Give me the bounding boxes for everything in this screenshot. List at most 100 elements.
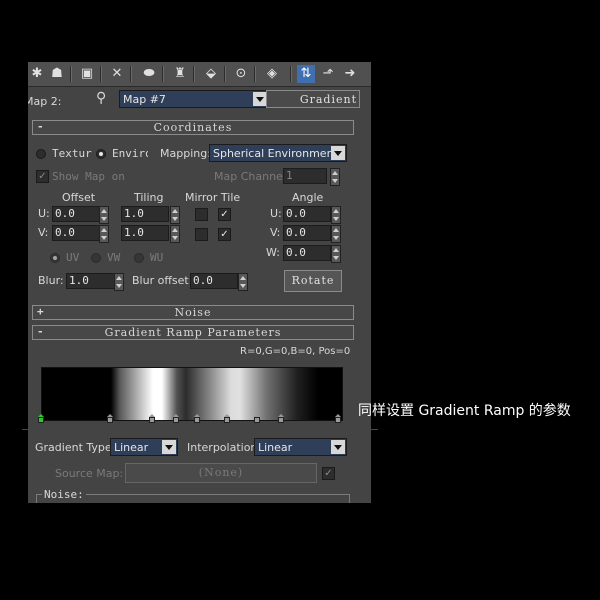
wu-radio[interactable] bbox=[134, 253, 144, 263]
gradient-flag[interactable] bbox=[278, 414, 285, 423]
put-material-icon[interactable]: ▣ bbox=[78, 65, 96, 83]
gradient-ramp-rollout-header[interactable]: - Gradient Ramp Parameters bbox=[32, 325, 354, 340]
u-offset-spinner[interactable] bbox=[99, 206, 109, 224]
chevron-down-icon[interactable] bbox=[253, 92, 267, 106]
u-tiling-field[interactable]: 1.0 bbox=[121, 206, 169, 222]
map-type-label: Gradient Ramp bbox=[299, 93, 357, 106]
flag-body bbox=[38, 417, 44, 423]
show-map-on-checkbox[interactable]: ✓ bbox=[36, 170, 49, 183]
blur-offset-label: Blur offset: bbox=[132, 274, 193, 287]
v-offset-field[interactable]: 0.0 bbox=[52, 225, 100, 241]
u-tiling-spinner[interactable] bbox=[170, 206, 180, 224]
u-angle-field[interactable]: 0.0 bbox=[283, 206, 331, 222]
show-map-in-viewport-icon[interactable]: ⊙ bbox=[232, 65, 250, 83]
uv-radio[interactable] bbox=[50, 253, 60, 263]
gradient-type-dropdown[interactable]: Linear bbox=[110, 438, 178, 456]
annotation-underline bbox=[22, 429, 378, 430]
go-to-parent-icon[interactable]: ⇅ bbox=[297, 65, 315, 83]
eyedropper-icon[interactable]: ⚲ bbox=[96, 90, 106, 106]
w-angle-spinner[interactable] bbox=[331, 245, 341, 263]
rotate-button[interactable]: Rotate bbox=[284, 270, 342, 292]
gradient-flag[interactable] bbox=[335, 414, 342, 423]
map-channel-field[interactable]: 1 bbox=[283, 168, 327, 184]
toolbar-divider bbox=[100, 66, 102, 82]
v-angle-spinner[interactable] bbox=[331, 225, 341, 243]
blur-spinner[interactable] bbox=[114, 273, 124, 291]
gradient-flag[interactable] bbox=[173, 414, 180, 423]
v-tiling-field[interactable]: 1.0 bbox=[121, 225, 169, 241]
v-tiling-spinner[interactable] bbox=[170, 225, 180, 243]
gradient-flag[interactable] bbox=[38, 414, 45, 423]
material-effects-channel-icon[interactable]: ⬙ bbox=[202, 65, 220, 83]
blur-label: Blur: bbox=[38, 274, 64, 287]
chevron-down-icon[interactable] bbox=[331, 440, 345, 454]
blur-offset-spinner[interactable] bbox=[238, 273, 248, 291]
environ-radio[interactable] bbox=[96, 149, 106, 159]
gradient-flag[interactable] bbox=[149, 414, 156, 423]
coordinates-rollout-header[interactable]: - Coordinates bbox=[32, 120, 354, 135]
get-material-icon[interactable]: ☗ bbox=[48, 65, 66, 83]
source-map-button[interactable]: (None) bbox=[125, 463, 317, 483]
go-forward-icon[interactable]: ⬏ bbox=[319, 65, 337, 83]
v-angle-field[interactable]: 0.0 bbox=[283, 225, 331, 241]
v-offset-spinner[interactable] bbox=[99, 225, 109, 243]
u-angle-label: U: bbox=[270, 207, 282, 220]
flag-body bbox=[107, 417, 113, 423]
noise-title: Noise bbox=[174, 306, 212, 319]
gradient-readout: R=0,G=0,B=0, Pos=0 bbox=[240, 346, 351, 357]
delete-icon[interactable]: ✕ bbox=[108, 65, 126, 83]
chevron-down-icon[interactable] bbox=[162, 440, 176, 454]
put-to-library-icon[interactable]: ♜ bbox=[171, 65, 189, 83]
gradient-flag[interactable] bbox=[224, 414, 231, 423]
show-map-on-label: Show Map on bbox=[52, 170, 125, 183]
mapping-label: Mapping: bbox=[160, 147, 211, 160]
sample-sphere-icon[interactable]: ✱ bbox=[28, 65, 46, 83]
u-tile-checkbox[interactable]: ✓ bbox=[218, 208, 231, 221]
flag-body bbox=[194, 417, 200, 423]
vw-radio[interactable] bbox=[91, 253, 101, 263]
source-map-label: Source Map: bbox=[55, 467, 124, 480]
interpolation-value: Linear bbox=[258, 441, 293, 454]
map-type-button[interactable]: Gradient Ramp bbox=[266, 90, 360, 108]
noise-rollout-header[interactable]: + Noise bbox=[32, 305, 354, 320]
toolbar-divider bbox=[162, 66, 164, 82]
w-angle-label: W: bbox=[266, 246, 280, 259]
flag-body bbox=[254, 417, 260, 423]
show-end-result-icon[interactable]: ◈ bbox=[263, 65, 281, 83]
u-angle-spinner[interactable] bbox=[331, 206, 341, 224]
gradient-flag[interactable] bbox=[194, 414, 201, 423]
vw-label: VW bbox=[107, 251, 121, 264]
uv-label: UV bbox=[66, 251, 80, 264]
u-offset-field[interactable]: 0.0 bbox=[52, 206, 100, 222]
map-name-dropdown[interactable]: Map #7 bbox=[119, 90, 269, 108]
w-angle-field[interactable]: 0.0 bbox=[283, 245, 331, 261]
angle-header: Angle bbox=[292, 191, 324, 204]
u-mirror-checkbox[interactable] bbox=[195, 208, 208, 221]
blur-offset-field[interactable]: 0.0 bbox=[190, 273, 238, 289]
make-unique-icon[interactable]: ⬬ bbox=[140, 65, 158, 83]
interpolation-dropdown[interactable]: Linear bbox=[254, 438, 347, 456]
v-tile-checkbox[interactable]: ✓ bbox=[218, 228, 231, 241]
blur-field[interactable]: 1.0 bbox=[66, 273, 115, 289]
mapping-dropdown[interactable]: Spherical Environment bbox=[209, 144, 347, 162]
map-channel-spinner[interactable] bbox=[330, 168, 340, 186]
map-channel-label: Map Channel: bbox=[214, 170, 290, 183]
noise-group-label: Noise: bbox=[42, 488, 86, 501]
coordinates-title: Coordinates bbox=[153, 121, 233, 134]
material-editor-panel: ✱ ☗ ▣ ✕ ⬬ ♜ ⬙ ⊙ ◈ ⇅ ⬏ ➜ Map 2: ⚲ Map #7 … bbox=[28, 62, 371, 503]
gradient-flag[interactable] bbox=[107, 414, 114, 423]
v-angle-label: V: bbox=[270, 226, 281, 239]
gradient-ramp-bar[interactable] bbox=[41, 367, 343, 421]
flag-body bbox=[278, 417, 284, 423]
texture-radio[interactable] bbox=[36, 149, 46, 159]
interpolation-label: Interpolation: bbox=[187, 441, 262, 454]
gradient-type-value: Linear bbox=[114, 441, 149, 454]
pick-material-icon[interactable]: ➜ bbox=[341, 65, 359, 83]
source-map-checkbox[interactable]: ✓ bbox=[322, 467, 335, 480]
chevron-down-icon[interactable] bbox=[331, 146, 345, 160]
u-label: U: bbox=[38, 207, 50, 220]
toolbar-divider bbox=[70, 66, 72, 82]
flag-body bbox=[335, 417, 341, 423]
gradient-flag[interactable] bbox=[254, 414, 261, 423]
v-mirror-checkbox[interactable] bbox=[195, 228, 208, 241]
